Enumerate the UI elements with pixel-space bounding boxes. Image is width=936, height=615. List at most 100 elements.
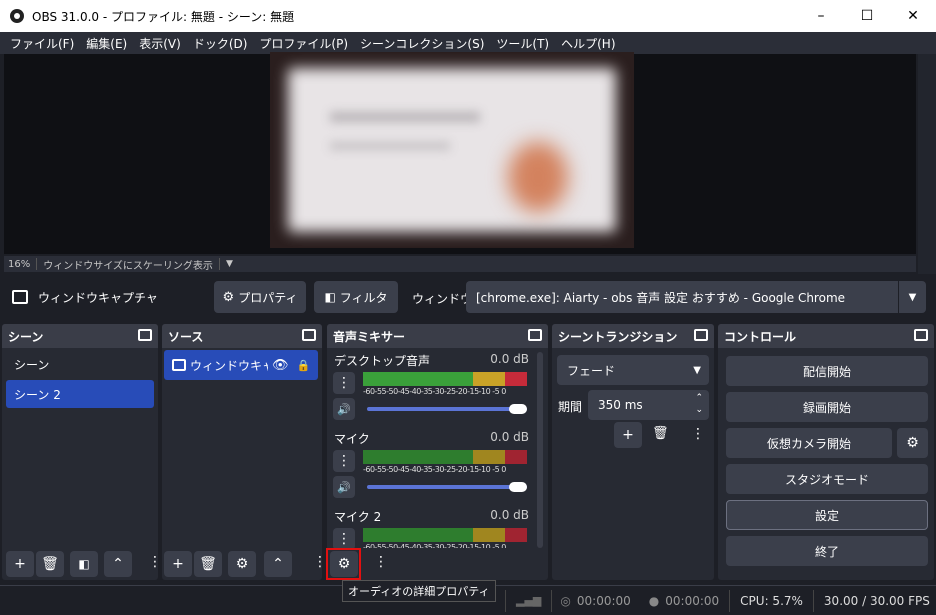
lock-icon[interactable]: 🔒 (297, 359, 311, 372)
minimize-button[interactable]: – (798, 0, 844, 32)
window-capture-icon (12, 290, 28, 304)
add-source-button[interactable]: + (164, 551, 192, 577)
exit-button[interactable]: 終了 (726, 536, 928, 566)
context-source-name: ウィンドウキャプチャ (38, 290, 158, 305)
chevron-down-icon: ▼ (898, 281, 926, 313)
channel-menu-button[interactable]: ⋮ (333, 372, 355, 394)
scene-filters-button[interactable]: ◧ (70, 551, 98, 577)
remove-source-button[interactable]: 🗑 (194, 551, 222, 577)
start-recording-button[interactable]: 録画開始 (726, 392, 928, 422)
virtual-camera-settings-button[interactable]: ⚙ (897, 428, 928, 458)
volume-slider-knob[interactable] (509, 482, 527, 492)
menu-scene-collection[interactable]: シーンコレクション(S) (354, 35, 490, 52)
stream-icon: ◎ (560, 593, 571, 608)
scenes-title: シーン (8, 329, 44, 344)
record-time: 00:00:00 (665, 593, 720, 608)
duration-label: 期間 (558, 400, 583, 414)
stream-time: 00:00:00 (576, 593, 631, 608)
gear-icon: ⚙ (906, 435, 919, 451)
window-title: OBS 31.0.0 - プロファイル: 無題 - シーン: 無題 (32, 9, 295, 24)
undock-icon[interactable] (528, 329, 542, 341)
eye-icon[interactable]: 👁 (272, 358, 289, 373)
channel-db: 0.0 dB (490, 352, 529, 366)
volume-slider-knob[interactable] (509, 404, 527, 414)
menu-bar: ファイル(F) 編集(E) 表示(V) ドック(D) プロファイル(P) シーン… (0, 32, 936, 54)
preview-scrollbar[interactable] (918, 54, 936, 274)
scene-up-button[interactable]: ⌃ (104, 551, 132, 577)
title-bar: OBS 31.0.0 - プロファイル: 無題 - シーン: 無題 – ☐ ✕ (0, 0, 936, 32)
sources-more-icon[interactable]: ⋮ (313, 554, 327, 570)
zoom-dropdown-icon[interactable]: ▼ (226, 259, 233, 269)
sources-title: ソース (168, 329, 204, 344)
add-transition-button[interactable]: + (614, 422, 642, 448)
chevron-down-icon: ▼ (693, 364, 701, 376)
record-icon: ● (648, 593, 660, 608)
transition-select[interactable]: フェード ▼ (557, 355, 709, 385)
properties-button[interactable]: ⚙ プロパティ (214, 281, 306, 313)
cpu-usage: CPU: 5.7% (740, 593, 803, 608)
chevron-up-icon: ⌃ (272, 556, 284, 572)
menu-file[interactable]: ファイル(F) (4, 35, 80, 52)
mixer-channel: マイク 0.0 dB ⋮ -60-55-50-45-40-35-30-25-20… (327, 428, 535, 500)
zoom-mode-label: ウィンドウサイズにスケーリング表示 (43, 260, 213, 272)
scene-item[interactable]: シーン (6, 350, 154, 378)
transitions-title: シーントランジション (558, 329, 678, 344)
gear-icon: ⚙ (222, 289, 235, 305)
channel-name: デスクトップ音声 (334, 354, 431, 368)
fps-display: 30.00 / 30.00 FPS (823, 593, 930, 608)
add-scene-button[interactable]: + (6, 551, 34, 577)
undock-icon[interactable] (694, 329, 708, 341)
volume-meter (363, 372, 527, 386)
signal-bars-icon: ▂▄▆ (516, 594, 542, 607)
source-up-button[interactable]: ⌃ (264, 551, 292, 577)
close-button[interactable]: ✕ (890, 0, 936, 32)
undock-icon[interactable] (914, 329, 928, 341)
channel-menu-button[interactable]: ⋮ (333, 450, 355, 472)
menu-docks[interactable]: ドック(D) (187, 35, 254, 52)
settings-button[interactable]: 設定 (726, 500, 928, 530)
channel-menu-button[interactable]: ⋮ (333, 528, 355, 548)
duration-spinbox[interactable]: 350 ms ⌃ ⌄ (588, 390, 709, 420)
meter-ticks: -60-55-50-45-40-35-30-25-20-15-10 -5 0 (363, 465, 506, 474)
studio-mode-button[interactable]: スタジオモード (726, 464, 928, 494)
mixer-scrollbar[interactable] (537, 352, 543, 548)
remove-scene-button[interactable]: 🗑 (36, 551, 64, 577)
volume-meter (363, 528, 527, 542)
mixer-channel: デスクトップ音声 0.0 dB ⋮ -60-55-50-45-40-35-30-… (327, 350, 535, 422)
undock-icon[interactable] (302, 329, 316, 341)
menu-view[interactable]: 表示(V) (133, 35, 187, 52)
zoom-percent: 16% (8, 258, 31, 270)
volume-slider[interactable] (367, 485, 527, 489)
start-streaming-button[interactable]: 配信開始 (726, 356, 928, 386)
scene-item-selected[interactable]: シーン 2 (6, 380, 154, 408)
scenes-more-icon[interactable]: ⋮ (148, 554, 162, 570)
window-icon (172, 359, 186, 371)
source-item[interactable]: ウィンドウキャプ 👁 🔒 (164, 350, 318, 380)
filters-button[interactable]: ◧ フィルタ (314, 281, 398, 313)
maximize-button[interactable]: ☐ (844, 0, 890, 32)
mixer-title: 音声ミキサー (333, 329, 406, 344)
undock-icon[interactable] (138, 329, 152, 341)
source-properties-button[interactable]: ⚙ (228, 551, 256, 577)
menu-edit[interactable]: 編集(E) (80, 35, 133, 52)
start-virtual-camera-button[interactable]: 仮想カメラ開始 (726, 428, 892, 458)
trash-icon: 🗑 (41, 556, 59, 572)
spin-up-down-icon[interactable]: ⌃ ⌄ (695, 392, 703, 416)
window-label: ウィンドウ (412, 292, 473, 306)
meter-ticks: -60-55-50-45-40-35-30-25-20-15-10 -5 0 (363, 543, 506, 548)
channel-name: マイク (334, 432, 370, 446)
gear-icon: ⚙ (235, 556, 249, 572)
volume-icon[interactable]: 🔊 (333, 398, 355, 420)
remove-transition-button[interactable]: 🗑 (652, 426, 669, 441)
scenes-dock: シーン シーン シーン 2 (2, 324, 158, 580)
obs-logo-icon (10, 9, 24, 23)
menu-tools[interactable]: ツール(T) (490, 35, 555, 52)
menu-profile[interactable]: プロファイル(P) (253, 35, 354, 52)
mixer-more-icon[interactable]: ⋮ (374, 554, 388, 570)
volume-slider[interactable] (367, 407, 527, 411)
volume-icon[interactable]: 🔊 (333, 476, 355, 498)
transitions-more-icon[interactable]: ⋮ (691, 426, 705, 442)
menu-help[interactable]: ヘルプ(H) (555, 35, 621, 52)
window-select[interactable]: [chrome.exe]: Aiarty - obs 音声 設定 おすすめ - … (466, 281, 926, 313)
trash-icon: 🗑 (199, 556, 217, 572)
